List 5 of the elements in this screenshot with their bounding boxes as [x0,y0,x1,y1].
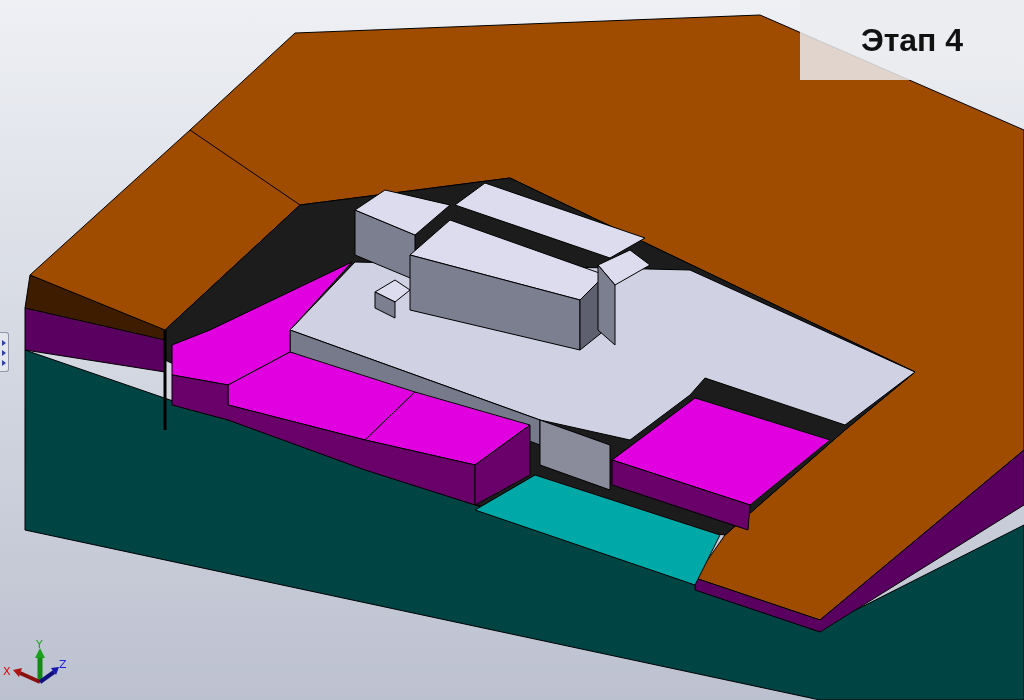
axis-triad-icon [13,648,59,684]
axis-label: Y [36,638,43,651]
axis-label: X [3,665,11,678]
axis-label: Z [59,658,67,671]
panel-expand-handle[interactable] [0,332,9,372]
